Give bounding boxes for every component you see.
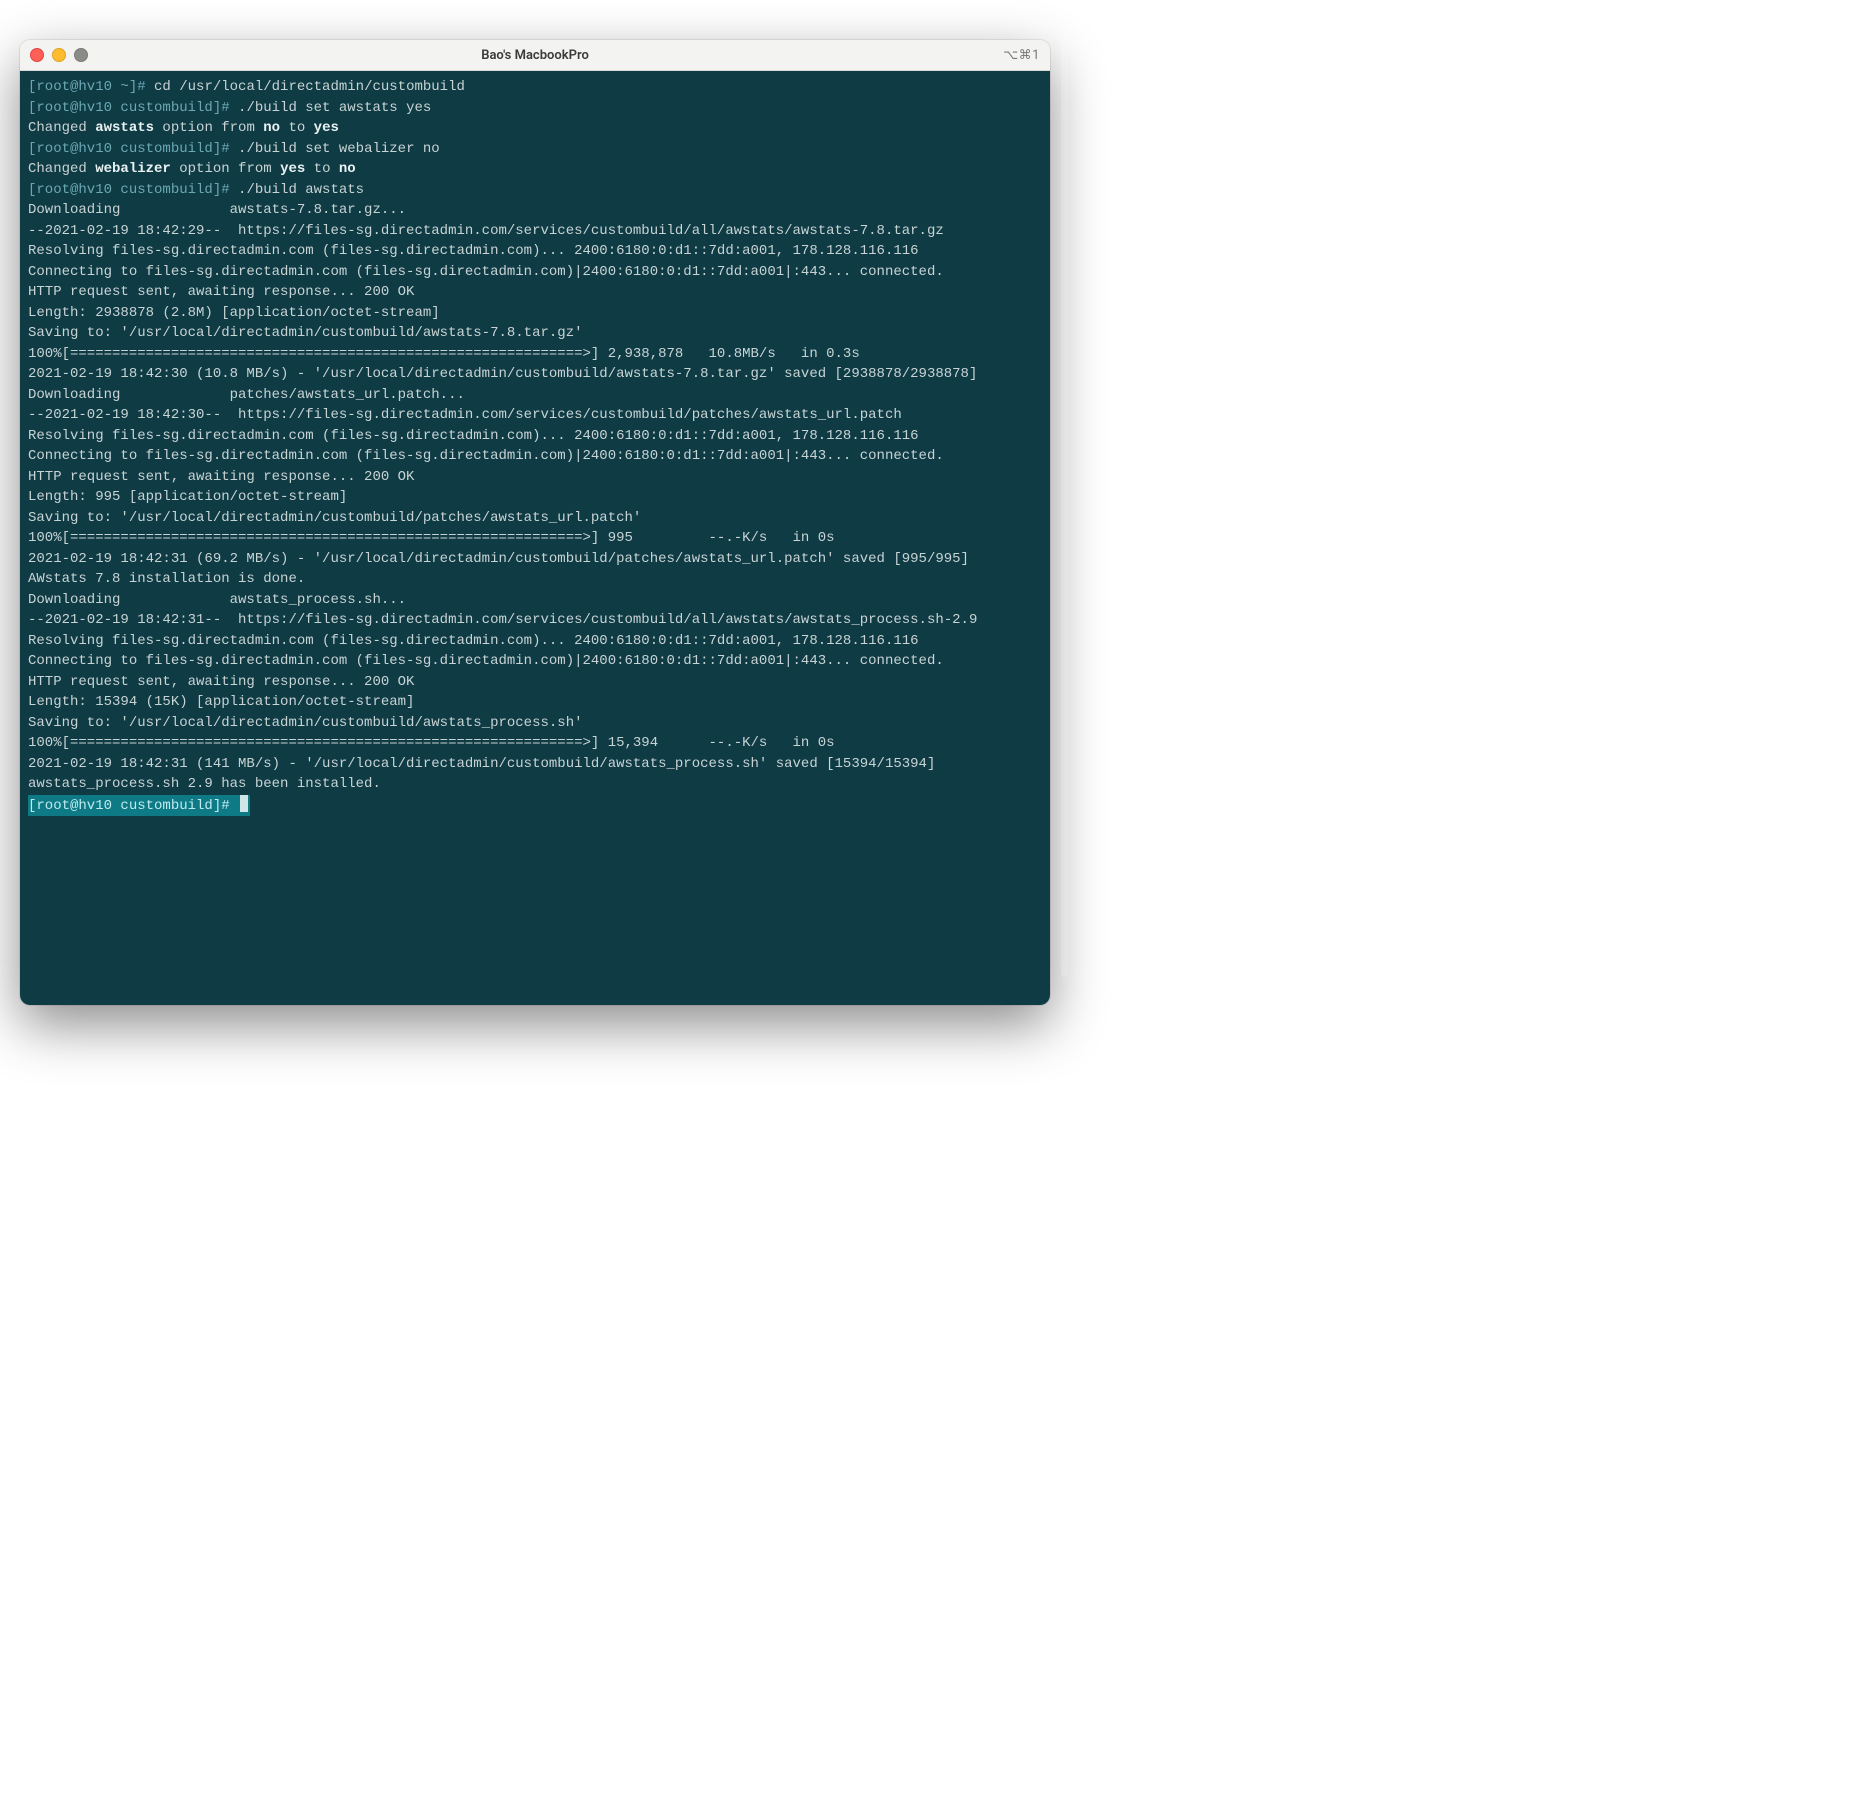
terminal-line: Downloading awstats-7.8.tar.gz... (28, 200, 1042, 221)
terminal-line: HTTP request sent, awaiting response... … (28, 672, 1042, 693)
terminal-line: HTTP request sent, awaiting response... … (28, 467, 1042, 488)
terminal-line: 2021-02-19 18:42:31 (141 MB/s) - '/usr/l… (28, 754, 1042, 775)
terminal-line: Downloading patches/awstats_url.patch... (28, 385, 1042, 406)
terminal-line: Saving to: '/usr/local/directadmin/custo… (28, 713, 1042, 734)
terminal-line: Length: 15394 (15K) [application/octet-s… (28, 692, 1042, 713)
terminal-window: Bao's MacbookPro ⌥⌘1 [root@hv10 ~]# cd /… (20, 40, 1050, 1005)
terminal-line: Changed awstats option from no to yes (28, 118, 1042, 139)
terminal-line: [root@hv10 custombuild]# ./build awstats (28, 180, 1042, 201)
traffic-lights (30, 48, 88, 62)
close-icon[interactable] (30, 48, 44, 62)
terminal-line: --2021-02-19 18:42:29-- https://files-sg… (28, 221, 1042, 242)
terminal-line: Saving to: '/usr/local/directadmin/custo… (28, 508, 1042, 529)
window-title: Bao's MacbookPro (20, 48, 1050, 63)
titlebar[interactable]: Bao's MacbookPro ⌥⌘1 (20, 40, 1050, 71)
active-prompt[interactable]: [root@hv10 custombuild]# (28, 795, 250, 817)
terminal-line: 100%[===================================… (28, 528, 1042, 549)
terminal-line: AWstats 7.8 installation is done. (28, 569, 1042, 590)
terminal-viewport[interactable]: [root@hv10 ~]# cd /usr/local/directadmin… (20, 71, 1050, 1005)
minimize-icon[interactable] (52, 48, 66, 62)
terminal-line: awstats_process.sh 2.9 has been installe… (28, 774, 1042, 795)
shell-command: cd /usr/local/directadmin/custombuild (154, 79, 465, 95)
terminal-line: 100%[===================================… (28, 344, 1042, 365)
terminal-line: Saving to: '/usr/local/directadmin/custo… (28, 323, 1042, 344)
cursor-icon (240, 795, 248, 812)
terminal-line: Resolving files-sg.directadmin.com (file… (28, 241, 1042, 262)
active-prompt-line[interactable]: [root@hv10 custombuild]# (28, 795, 1042, 817)
terminal-line: [root@hv10 custombuild]# ./build set aws… (28, 98, 1042, 119)
terminal-line: Changed webalizer option from yes to no (28, 159, 1042, 180)
terminal-line: [root@hv10 custombuild]# ./build set web… (28, 139, 1042, 160)
shell-prompt: [root@hv10 ~]# (28, 79, 154, 95)
shell-command: ./build awstats (238, 182, 364, 198)
shell-prompt: [root@hv10 custombuild]# (28, 182, 238, 198)
terminal-line: Length: 995 [application/octet-stream] (28, 487, 1042, 508)
maximize-icon[interactable] (74, 48, 88, 62)
terminal-line: HTTP request sent, awaiting response... … (28, 282, 1042, 303)
terminal-line: 100%[===================================… (28, 733, 1042, 754)
terminal-line: --2021-02-19 18:42:31-- https://files-sg… (28, 610, 1042, 631)
terminal-line: Length: 2938878 (2.8M) [application/octe… (28, 303, 1042, 324)
shell-command: ./build set awstats yes (238, 100, 431, 116)
terminal-line: Resolving files-sg.directadmin.com (file… (28, 426, 1042, 447)
shell-command: ./build set webalizer no (238, 141, 440, 157)
terminal-line: Resolving files-sg.directadmin.com (file… (28, 631, 1042, 652)
terminal-line: Connecting to files-sg.directadmin.com (… (28, 446, 1042, 467)
terminal-line: 2021-02-19 18:42:31 (69.2 MB/s) - '/usr/… (28, 549, 1042, 570)
shell-prompt: [root@hv10 custombuild]# (28, 141, 238, 157)
shell-prompt: [root@hv10 custombuild]# (28, 100, 238, 116)
terminal-line: Downloading awstats_process.sh... (28, 590, 1042, 611)
tab-shortcut-label: ⌥⌘1 (1003, 48, 1040, 63)
terminal-line: --2021-02-19 18:42:30-- https://files-sg… (28, 405, 1042, 426)
terminal-line: Connecting to files-sg.directadmin.com (… (28, 262, 1042, 283)
shell-prompt: [root@hv10 custombuild]# (28, 798, 238, 814)
terminal-line: 2021-02-19 18:42:30 (10.8 MB/s) - '/usr/… (28, 364, 1042, 385)
terminal-line: Connecting to files-sg.directadmin.com (… (28, 651, 1042, 672)
terminal-line: [root@hv10 ~]# cd /usr/local/directadmin… (28, 77, 1042, 98)
